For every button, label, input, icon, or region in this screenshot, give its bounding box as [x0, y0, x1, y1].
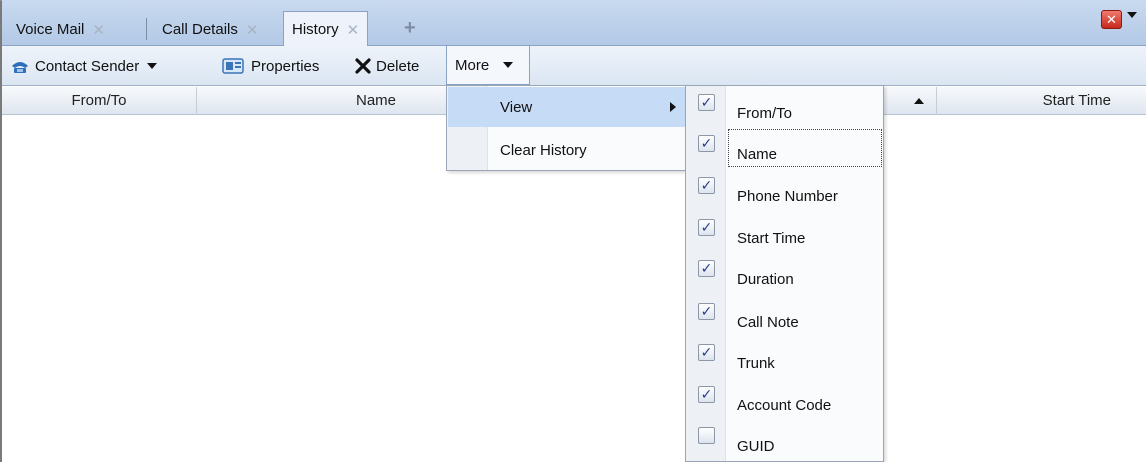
menu-item-view[interactable]: View [448, 87, 686, 127]
delete-button[interactable]: Delete [354, 46, 419, 86]
checkbox-checked-icon[interactable]: ✓ [698, 344, 715, 361]
tab-call-details[interactable]: Call Details ✕ [154, 13, 266, 46]
close-x-icon[interactable]: ✕ [92, 21, 105, 39]
contact-sender-label: Contact Sender [35, 57, 140, 75]
tab-separator [146, 18, 147, 40]
column-header-start-time[interactable]: Start Time [937, 87, 1146, 115]
submenu-item-start-time[interactable]: ✓ Start Time [687, 212, 883, 252]
submenu-item-label: Duration [737, 271, 794, 288]
close-x-icon[interactable]: ✕ [347, 21, 360, 39]
checkbox-checked-icon[interactable]: ✓ [698, 260, 715, 277]
more-label: More [455, 56, 490, 74]
submenu-item-call-note[interactable]: ✓ Call Note [687, 296, 883, 336]
checkbox-checked-icon[interactable]: ✓ [698, 386, 715, 403]
submenu-item-label: From/To [737, 105, 793, 122]
menu-item-clear-history[interactable]: Clear History [448, 130, 686, 170]
submenu-item-phone-number[interactable]: ✓ Phone Number [687, 170, 883, 210]
submenu-item-from-to[interactable]: ✓ From/To [687, 87, 883, 127]
tab-voice-mail[interactable]: Voice Mail ✕ [8, 13, 113, 46]
checkbox-checked-icon[interactable]: ✓ [698, 303, 715, 320]
delete-x-icon [355, 58, 371, 74]
menu-item-label: View [500, 98, 533, 116]
submenu-item-label: Account Code [737, 397, 832, 414]
properties-label: Properties [251, 57, 320, 75]
submenu-item-label: Start Time [737, 230, 806, 247]
submenu-item-label: Name [737, 146, 778, 163]
submenu-item-label: Phone Number [737, 188, 838, 205]
delete-label: Delete [376, 57, 420, 75]
add-tab-icon[interactable]: + [404, 18, 416, 38]
toolbar: Contact Sender Properties Delete [2, 46, 1146, 86]
checkbox-checked-icon[interactable]: ✓ [698, 94, 715, 111]
contact-sender-button[interactable]: Contact Sender [10, 46, 158, 86]
tab-strip: Voice Mail ✕ Call Details ✕ History ✕ + … [2, 0, 1146, 47]
chevron-down-icon[interactable] [1127, 12, 1137, 18]
tab-label: Voice Mail [16, 21, 85, 38]
more-menu: View Clear History [446, 85, 688, 171]
menu-item-label: Clear History [500, 141, 587, 159]
chevron-down-icon [503, 62, 514, 68]
view-columns-submenu: ✓ From/To ✓ Name ✓ Phone Number ✓ Start … [685, 85, 884, 462]
close-x-icon[interactable]: ✕ [246, 21, 259, 39]
submenu-item-account-code[interactable]: ✓ Account Code [687, 379, 883, 419]
submenu-item-label: Call Note [737, 314, 799, 331]
submenu-item-trunk[interactable]: ✓ Trunk [687, 337, 883, 377]
submenu-item-name[interactable]: ✓ Name [687, 128, 883, 168]
checkbox-checked-icon[interactable]: ✓ [698, 219, 715, 236]
submenu-item-label: GUID [737, 438, 775, 455]
submenu-item-label: Trunk [737, 355, 775, 372]
more-button[interactable]: More [446, 45, 530, 85]
checkbox-checked-icon[interactable]: ✓ [698, 135, 715, 152]
column-header-from-to[interactable]: From/To [2, 87, 197, 115]
tab-history[interactable]: History ✕ [283, 11, 369, 47]
chevron-right-icon [670, 102, 676, 112]
submenu-item-duration[interactable]: ✓ Duration [687, 253, 883, 293]
submenu-item-guid[interactable]: GUID [687, 420, 883, 460]
properties-button[interactable]: Properties [222, 46, 319, 86]
window-close-icon[interactable]: ✕ [1101, 10, 1122, 29]
sort-ascending-icon [914, 98, 924, 104]
tab-label: History [292, 21, 339, 38]
properties-icon [222, 58, 244, 74]
phone-icon [12, 62, 28, 73]
chevron-down-icon [147, 63, 158, 69]
tab-label: Call Details [162, 21, 238, 38]
checkbox-unchecked-icon[interactable] [698, 427, 715, 444]
column-header-start-time-label: Start Time [1042, 92, 1111, 109]
checkbox-checked-icon[interactable]: ✓ [698, 177, 715, 194]
